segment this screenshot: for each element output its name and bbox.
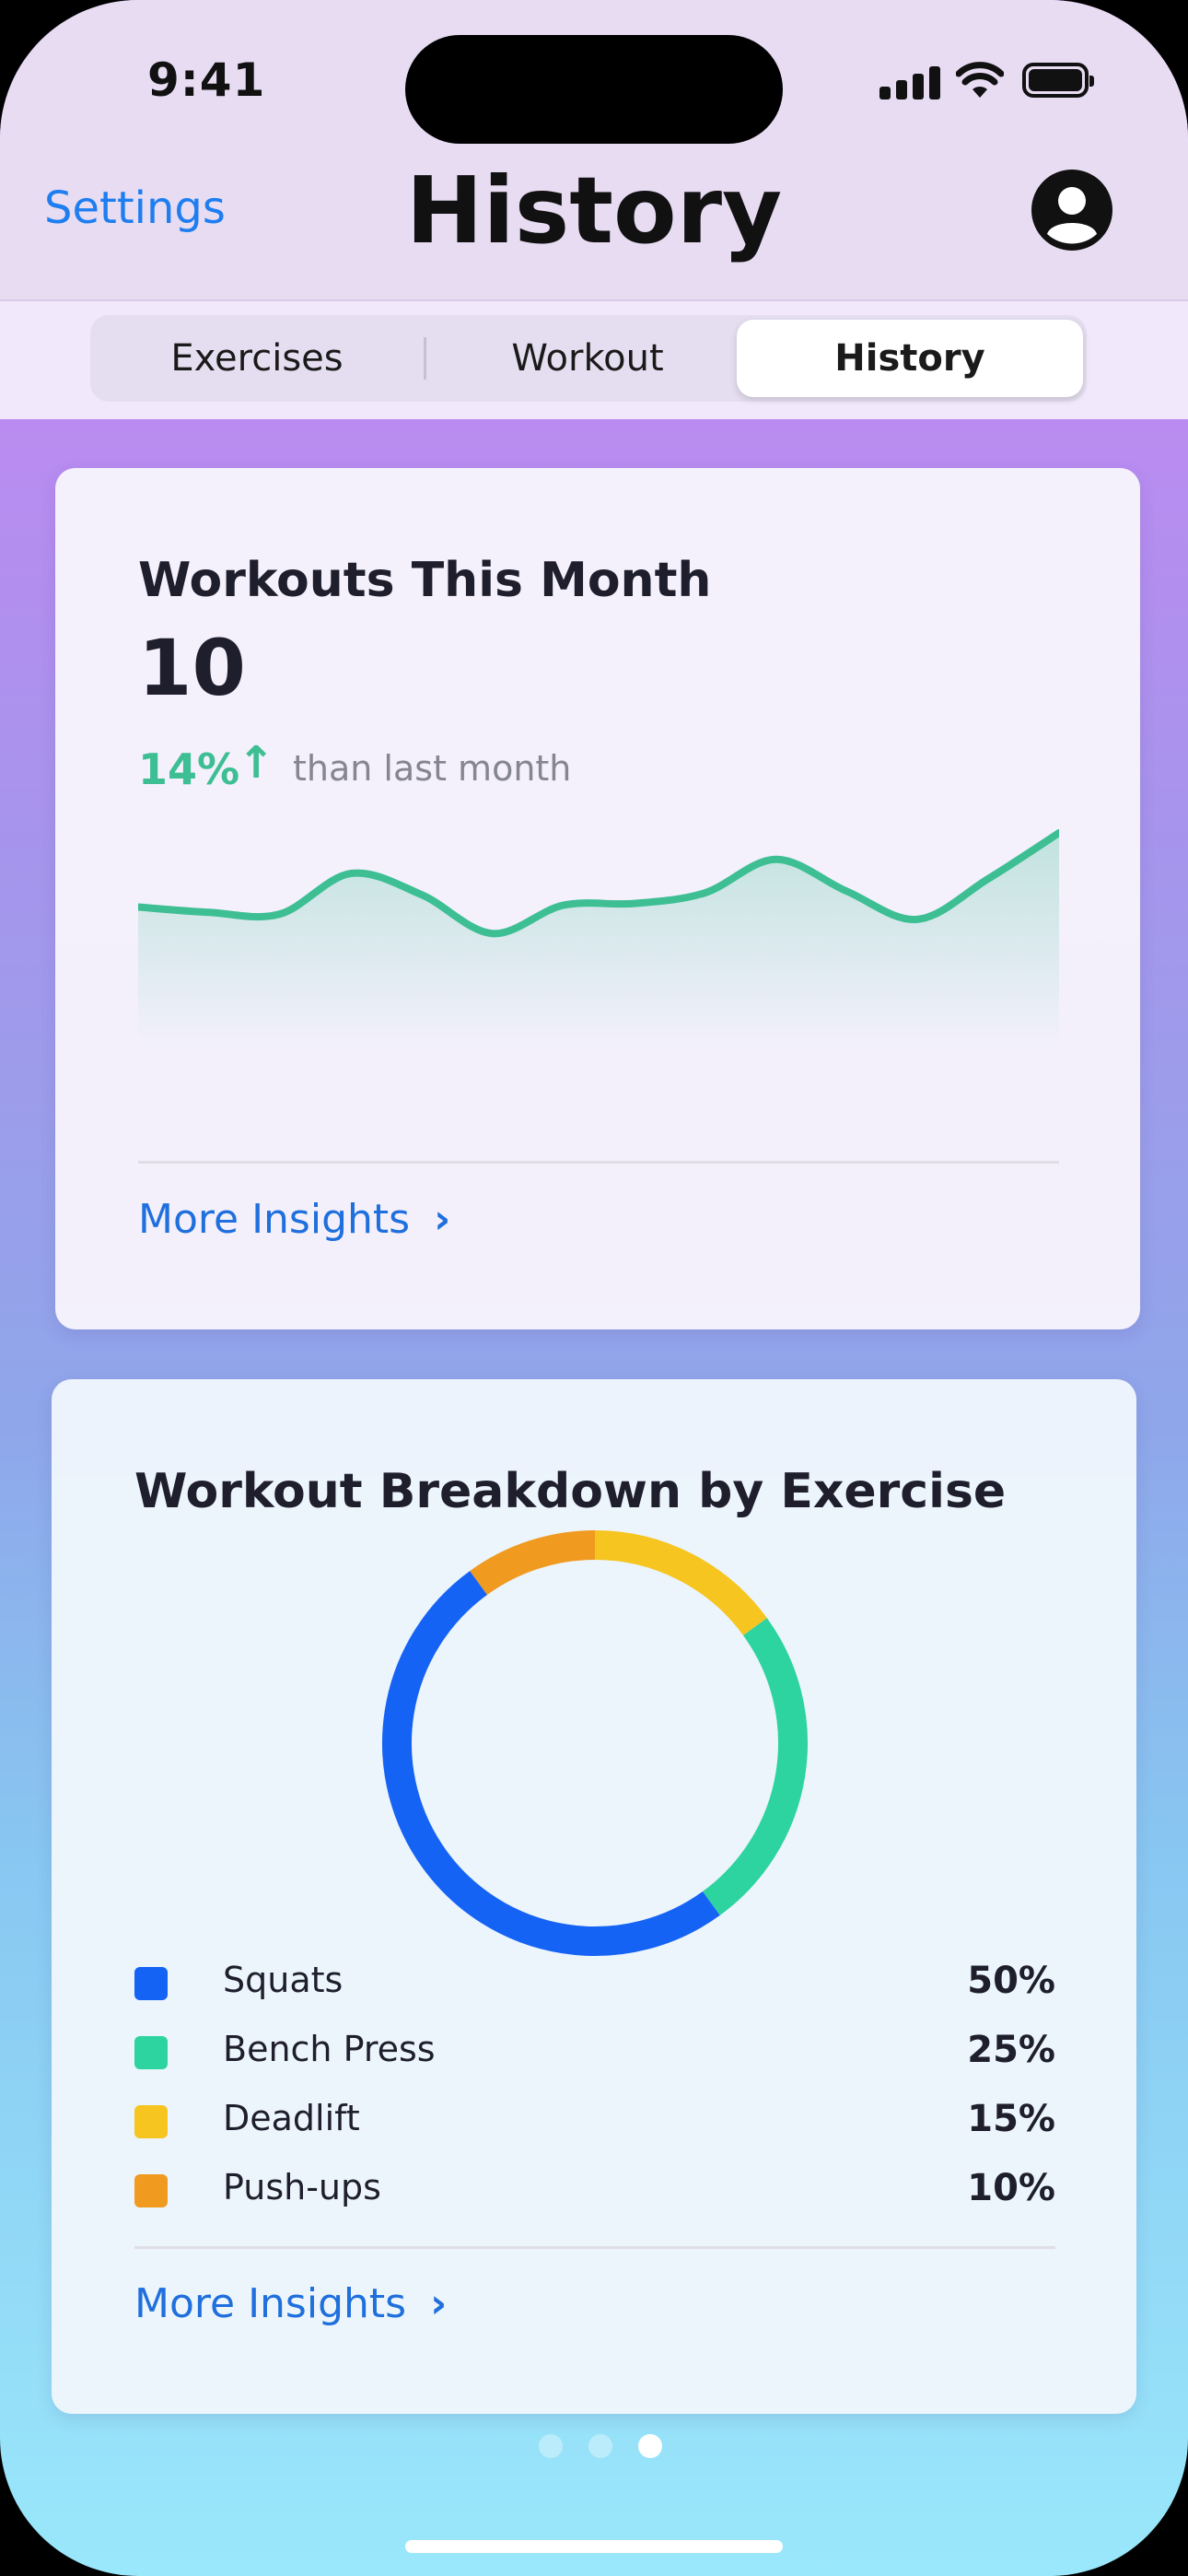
chevron-right-icon: › bbox=[430, 2280, 448, 2327]
status-time: 9:41 bbox=[147, 53, 266, 107]
dynamic-island bbox=[405, 35, 783, 144]
workouts-line-chart bbox=[138, 829, 1059, 1048]
card-title: Workout Breakdown by Exercise bbox=[134, 1464, 1007, 1519]
card-title: Workouts This Month bbox=[138, 553, 712, 608]
segmented-control: Exercises Workout History bbox=[90, 315, 1087, 402]
legend-row-deadlift: Deadlift 15% bbox=[134, 2096, 1055, 2151]
page-indicator bbox=[539, 2434, 668, 2462]
legend-value: 15% bbox=[967, 2098, 1055, 2140]
donut-slice-push-ups bbox=[470, 1530, 596, 1596]
donut-slice-squats bbox=[382, 1571, 720, 1956]
battery-icon bbox=[1022, 63, 1094, 98]
page-dot[interactable] bbox=[588, 2434, 612, 2458]
legend-label: Deadlift bbox=[223, 2098, 360, 2138]
more-insights-link[interactable]: More Insights › bbox=[134, 2280, 447, 2327]
page-dot[interactable] bbox=[539, 2434, 563, 2458]
legend-swatch bbox=[134, 1967, 168, 2000]
divider bbox=[138, 1161, 1059, 1164]
divider bbox=[134, 2246, 1055, 2249]
legend-swatch bbox=[134, 2174, 168, 2207]
wifi-icon bbox=[956, 62, 1004, 98]
line-chart-area bbox=[138, 833, 1059, 1048]
workouts-this-month-card: Workouts This Month 10 14% ↑ than last m… bbox=[55, 468, 1140, 1329]
legend-row-bench-press: Bench Press 25% bbox=[134, 2027, 1055, 2082]
exercise-donut-chart bbox=[382, 1530, 808, 1956]
page-title: History bbox=[405, 157, 783, 264]
tab-history[interactable]: History bbox=[737, 320, 1083, 397]
legend-label: Squats bbox=[223, 1960, 344, 2000]
legend-row-squats: Squats 50% bbox=[134, 1958, 1055, 2013]
legend-value: 25% bbox=[967, 2029, 1055, 2071]
profile-avatar-icon[interactable] bbox=[1030, 168, 1114, 252]
legend-swatch bbox=[134, 2105, 168, 2138]
legend-value: 50% bbox=[967, 1960, 1055, 2002]
tab-exercises[interactable]: Exercises bbox=[90, 315, 424, 402]
change-caption: than last month bbox=[293, 748, 572, 789]
tab-workout[interactable]: Workout bbox=[426, 315, 749, 402]
more-insights-label: More Insights bbox=[138, 1196, 411, 1243]
legend-row-push-ups: Push-ups 10% bbox=[134, 2165, 1055, 2220]
legend-label: Push-ups bbox=[223, 2167, 381, 2207]
arrow-up-icon: ↑ bbox=[238, 737, 275, 789]
legend-value: 10% bbox=[967, 2167, 1055, 2209]
cellular-signal-icon bbox=[879, 66, 944, 100]
page-dot-active[interactable] bbox=[638, 2434, 662, 2458]
workout-count: 10 bbox=[138, 623, 246, 713]
status-bar: 9:41 bbox=[0, 0, 1188, 157]
more-insights-label: More Insights bbox=[134, 2280, 407, 2327]
legend-label: Bench Press bbox=[223, 2029, 436, 2069]
more-insights-link[interactable]: More Insights › bbox=[138, 1196, 450, 1243]
workout-breakdown-card: Workout Breakdown by Exercise Squats 50%… bbox=[52, 1379, 1136, 2414]
home-indicator[interactable] bbox=[405, 2540, 783, 2553]
chevron-right-icon: › bbox=[434, 1196, 451, 1243]
legend-swatch bbox=[134, 2036, 168, 2069]
phone-screen: 9:41 Settings History Exercises Workout … bbox=[0, 0, 1188, 2576]
donut-slice-deadlift bbox=[594, 1530, 767, 1636]
donut-slice-bench-press bbox=[702, 1618, 808, 1915]
change-percent: 14% bbox=[138, 744, 240, 794]
top-navigation-bar: 9:41 Settings History bbox=[0, 0, 1188, 301]
